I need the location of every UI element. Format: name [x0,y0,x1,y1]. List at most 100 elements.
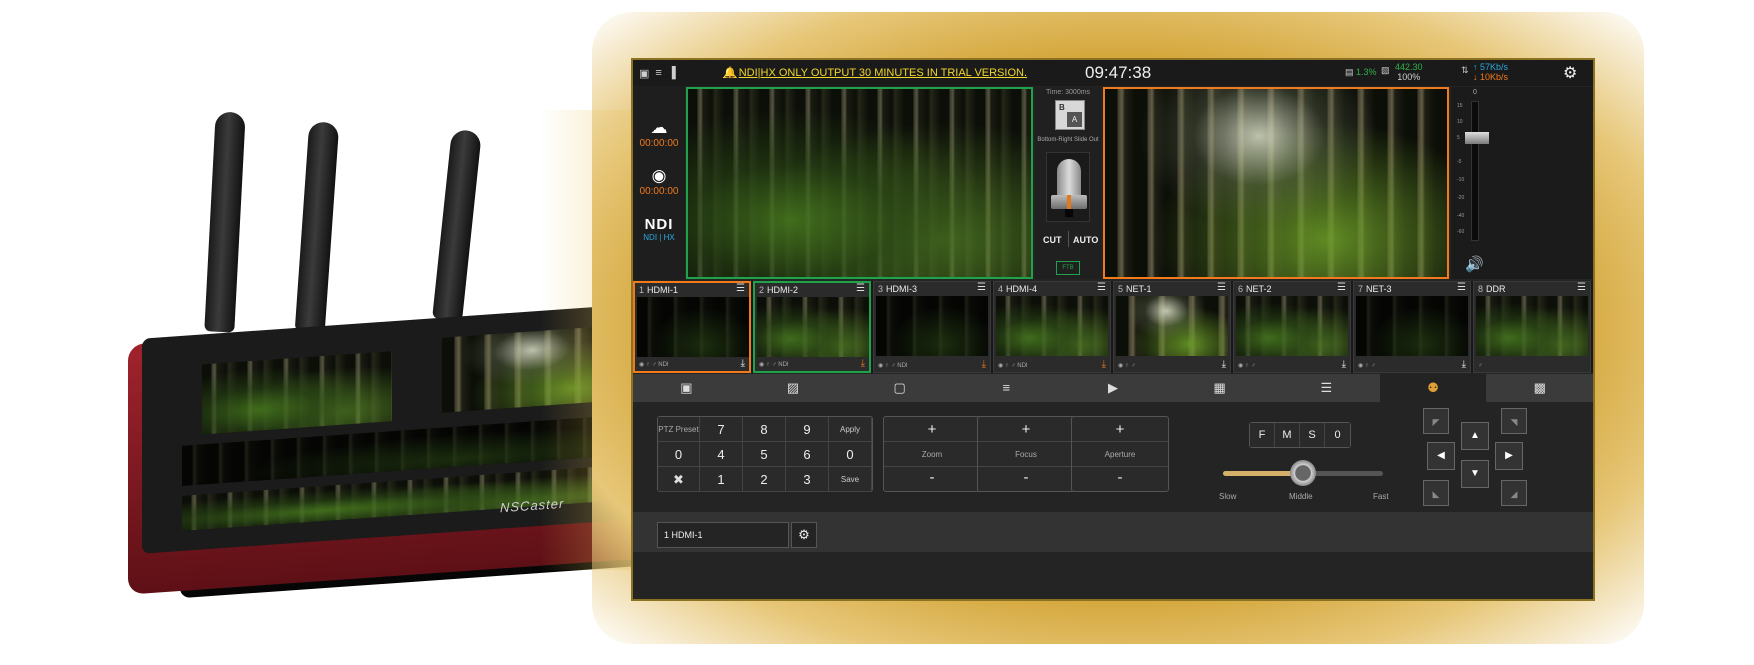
preview-monitor[interactable] [686,87,1033,279]
camera-settings-icon[interactable]: ⚙ [791,522,817,548]
tab-audio-mixer[interactable]: ≡ [953,374,1060,402]
source-name: NET-1 [1126,284,1152,294]
menu-icon[interactable]: ☰ [977,282,986,293]
source-thumbnail [1356,296,1468,356]
key-8[interactable]: 8 [743,417,786,442]
key-4[interactable]: 4 [700,442,743,467]
focus-in-button[interactable]: + [978,417,1074,442]
source-number: 6 [1238,284,1244,294]
up-right-icon[interactable]: ◥ [1501,408,1527,434]
export-icon[interactable]: ⤓ [1342,359,1346,370]
menu-icon[interactable]: ☰ [736,283,745,294]
zoom-out-button[interactable]: - [884,467,980,492]
menu-icon[interactable]: ☰ [1217,282,1226,293]
source-tile[interactable]: 3 HDMI-3 ☰ ◉ ♇ ♂ NDI ⤓ [873,281,991,373]
trial-notice[interactable]: 🔔 NDI|HX ONLY OUTPUT 30 MINUTES IN TRIAL … [723,66,1027,79]
export-icon[interactable]: ⤓ [982,359,986,370]
down-left-icon[interactable]: ◣ [1423,480,1449,506]
cut-button[interactable]: CUT [1043,235,1062,245]
preset-value: 0 [658,442,700,467]
focus-out-button[interactable]: - [978,467,1074,492]
up-left-icon[interactable]: ◤ [1423,408,1449,434]
tab-ptz-camera[interactable]: ⚉ [1379,374,1487,402]
aperture-open-button[interactable]: + [1072,417,1168,442]
t-bar[interactable] [1046,152,1090,222]
clear-icon[interactable]: ✖ [658,467,700,492]
t-bar-handle[interactable] [1051,195,1087,209]
key-3[interactable]: 3 [786,467,829,492]
stream-status[interactable]: ☁ 00:00:00 [633,118,685,149]
source-name: HDMI-1 [647,285,679,295]
speed-0-button[interactable]: 0 [1325,423,1350,447]
tab-picture-in-picture[interactable]: ▢ [846,374,953,402]
menu-icon[interactable]: ☰ [1097,282,1106,293]
source-badges: ◉ ♇ ♂ NDI [759,362,789,368]
source-tile[interactable]: 6 NET-2 ☰ ◉ ♇ ♂ ⤓ [1233,281,1351,373]
export-icon[interactable]: ⤓ [741,358,745,369]
left-arrow-icon[interactable]: ◀ [1427,442,1455,470]
ftb-button[interactable]: FTB [1056,261,1080,275]
tab-image-overlay[interactable]: ▨ [740,374,847,402]
key-9[interactable]: 9 [786,417,829,442]
source-tile[interactable]: 5 NET-1 ☰ ◉ ♇ ♂ ⤓ [1113,281,1231,373]
record-status[interactable]: ◉ 00:00:00 [633,166,685,197]
down-arrow-icon[interactable]: ▼ [1461,460,1489,488]
key-7[interactable]: 7 [700,417,743,442]
export-icon[interactable]: ⤓ [861,358,865,369]
source-title: 3 HDMI-3 [878,284,917,294]
up-arrow-icon[interactable]: ▲ [1461,422,1489,450]
menu-icon[interactable]: ☰ [1577,282,1586,293]
source-number: 1 [639,285,645,295]
tab-image[interactable]: ▣ [633,374,740,402]
tab-media-folder[interactable]: ▶ [1060,374,1167,402]
right-arrow-icon[interactable]: ▶ [1495,442,1523,470]
speed-f-button[interactable]: F [1250,423,1275,447]
tab-scoreboard[interactable]: ▦ [1166,374,1273,402]
gear-icon[interactable]: ⚙ [1563,63,1577,83]
picture-in-picture-icon: ▢ [893,380,906,395]
zoom-in-button[interactable]: + [884,417,980,442]
source-tile[interactable]: 8 DDR ☰ ♂ [1473,281,1591,373]
key-5[interactable]: 5 [743,442,786,467]
speed-slider-knob[interactable] [1290,460,1316,486]
source-tile[interactable]: 7 NET-3 ☰ ◉ ♇ ♂ ⤓ [1353,281,1471,373]
key-1[interactable]: 1 [700,467,743,492]
tab-script[interactable]: ☰ [1273,374,1380,402]
source-tile[interactable]: 4 HDMI-4 ☰ ◉ ♇ ♂ NDI ⤓ [993,281,1111,373]
record-time: 00:00:00 [639,186,679,197]
source-tile[interactable]: 2 HDMI-2 ☰ ◉ ♇ ♂ NDI ⤓ [753,281,871,373]
apply-button[interactable]: Apply [829,417,872,442]
down-right-icon[interactable]: ◢ [1501,480,1527,506]
tab-settings-layout[interactable]: ▩ [1486,374,1593,402]
menu-icon[interactable]: ☰ [856,283,865,294]
source-number: 8 [1478,284,1484,294]
export-icon[interactable]: ⤓ [1222,359,1226,370]
speed-s-button[interactable]: S [1300,423,1325,447]
export-icon[interactable]: ⤓ [1462,359,1466,370]
source-name: NET-3 [1366,284,1392,294]
clock: 09:47:38 [1085,63,1152,82]
volume-fader[interactable] [1465,131,1489,144]
menu-icon[interactable]: ☰ [1457,282,1466,293]
aperture-label: Aperture [1072,442,1168,467]
key-6[interactable]: 6 [786,442,829,467]
ptz-direction-pad: ◤ ◥ ▲ ◀ ▶ ▼ ◣ ◢ [1423,408,1527,508]
key-0[interactable]: 0 [829,442,872,467]
save-button[interactable]: Save [829,467,872,492]
source-tile[interactable]: 1 HDMI-1 ☰ ◉ ♇ ♂ NDI ⤓ [633,281,751,373]
aperture-close-button[interactable]: - [1072,467,1168,492]
transition-effect-icon[interactable]: B A [1055,100,1085,130]
menu-icon[interactable]: ☰ [1337,282,1346,293]
transition-icon-b: B [1059,103,1065,112]
speed-m-button[interactable]: M [1275,423,1300,447]
speaker-icon[interactable]: 🔊 [1465,255,1484,273]
ptz-camera-icon: ⚉ [1427,380,1439,395]
source-thumbnail [876,296,988,356]
camera-select[interactable]: 1 HDMI-1 [657,522,789,548]
export-icon[interactable]: ⤓ [1102,359,1106,370]
auto-button[interactable]: AUTO [1073,235,1098,245]
bottom-bar: 1 HDMI-1 ⚙ [633,512,1593,552]
ndi-status[interactable]: NDI NDI | HX [633,216,685,242]
source-title: 2 HDMI-2 [759,285,798,295]
key-2[interactable]: 2 [743,467,786,492]
